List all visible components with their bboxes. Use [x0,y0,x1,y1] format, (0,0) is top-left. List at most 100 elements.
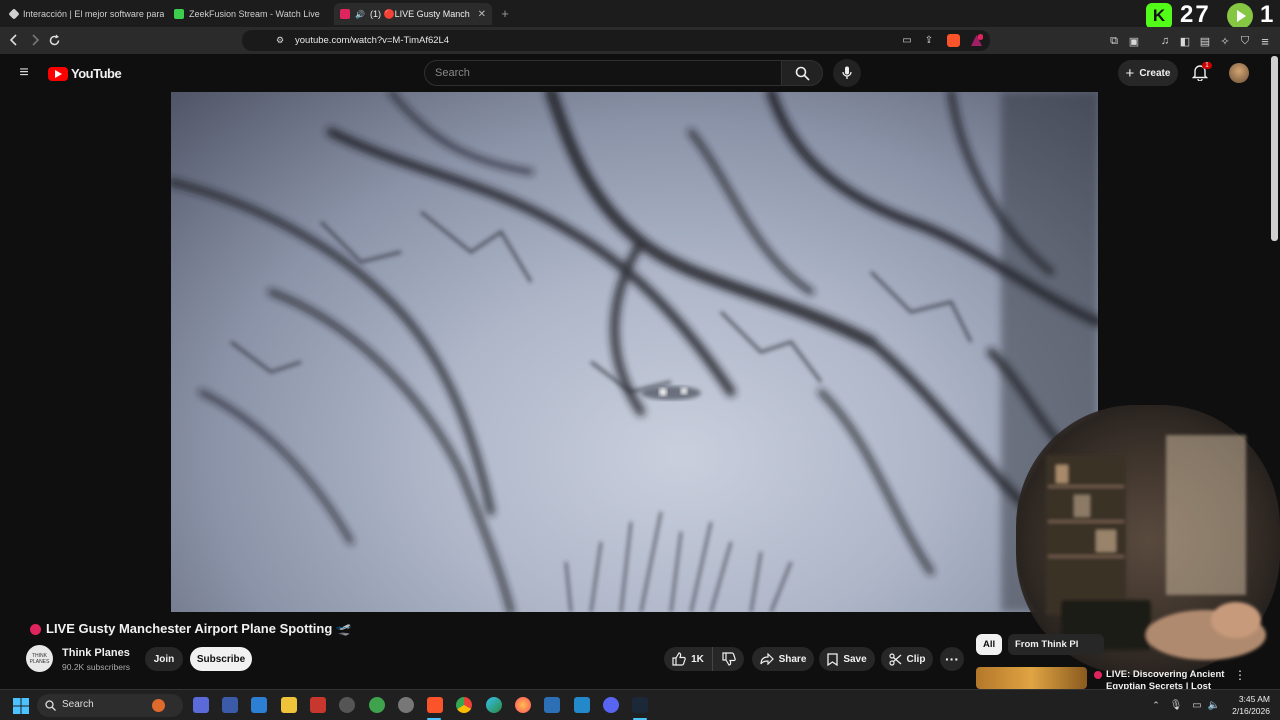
media-icon[interactable]: ♫ [1158,34,1172,48]
audio-icon: 🔊 [355,9,365,19]
video-player[interactable] [171,92,1098,612]
extensions-icon[interactable]: ⧉ [1107,34,1121,48]
vpn-icon[interactable]: ⛉ [1238,34,1252,48]
cast-icon[interactable]: ▭ [900,34,914,47]
tab-label: (1) 🔴LIVE Gusty Manchester [369,8,470,19]
app-icon-5[interactable] [310,697,326,713]
chip-from-channel[interactable]: From Think Pl [1008,634,1104,655]
windows-start-icon[interactable] [13,698,29,714]
menu-icon[interactable]: ≡ [1258,34,1272,49]
share-page-icon[interactable]: ⇪ [922,34,936,47]
brave-shields-icon[interactable] [947,34,960,47]
sidebar-icon[interactable]: ◧ [1178,34,1192,48]
app-icon-13[interactable] [544,697,560,713]
url-text: youtube.com/watch?v=M-TimAf62L4 [295,35,450,46]
tab-interaccion[interactable]: Interacción | El mejor software para p [4,3,164,25]
diamond-icon [8,8,20,20]
rumble-logo-icon [1227,3,1253,29]
microphone-tray-icon[interactable]: 🎙 [1170,698,1183,712]
join-button[interactable]: Join [145,647,183,671]
bookmark-save-icon [827,652,838,666]
address-bar[interactable]: ⚙ youtube.com/watch?v=M-TimAf62L4 ▭ ⇪ [242,30,990,51]
kick-icon [174,9,184,19]
hamburger-menu-icon[interactable]: ≡ [16,64,32,81]
save-button[interactable]: Save [819,647,875,671]
back-icon[interactable] [7,33,21,47]
video-frame-branches [171,92,1098,612]
voice-search-button[interactable] [833,59,861,87]
browser-tab-bar: Interacción | El mejor software para p Z… [0,0,1280,29]
brave-rewards-icon[interactable] [970,34,984,47]
forward-icon[interactable] [28,33,42,47]
clock[interactable]: 3:45 AM 2/16/2026 [1228,693,1270,717]
youtube-logo[interactable]: YouTube [48,66,122,81]
clip-button[interactable]: Clip [881,647,933,671]
recommendation-thumbnail[interactable] [976,667,1087,689]
create-label: Create [1139,67,1171,79]
recommendation-title-text: LIVE: Discovering Ancient Egyptian Secre… [1106,669,1225,689]
kick-viewer-count: 27 [1180,1,1211,28]
firefox-icon[interactable] [515,697,531,713]
page-scrollbar[interactable] [1271,56,1278,241]
app-icon-2[interactable] [222,697,238,713]
tab-youtube-live[interactable]: 🔊 (1) 🔴LIVE Gusty Manchester ✕ [334,3,492,25]
volume-icon[interactable]: 🔈 [1207,698,1221,712]
app-icon-6[interactable] [339,697,355,713]
chip-all[interactable]: All [976,634,1003,655]
clock-date: 2/16/2026 [1232,706,1270,716]
wallet-icon[interactable]: ▣ [1127,34,1141,48]
edge-icon[interactable] [486,697,502,713]
tab-zeekfusion[interactable]: ZeekFusion Stream - Watch Live [168,3,328,25]
app-icon-1[interactable] [193,697,209,713]
wallet-extension-icon[interactable]: ▤ [1198,34,1212,48]
live-dot-icon [30,623,41,635]
brave-browser-icon[interactable] [427,697,443,713]
share-label: Share [778,653,807,665]
steam-icon[interactable] [632,697,648,713]
discord-icon[interactable] [603,697,619,713]
youtube-icon [340,9,350,19]
youtube-logo-text: YouTube [71,66,122,81]
search-input[interactable]: Search [424,60,782,86]
network-icon[interactable]: ▭ [1190,698,1204,712]
search-icon [45,700,56,711]
app-icon-7[interactable] [369,697,385,713]
app-icon-3[interactable] [251,697,267,713]
tab-label: ZeekFusion Stream - Watch Live [189,9,320,19]
share-button[interactable]: Share [752,647,814,671]
create-button[interactable]: + Create [1118,60,1178,86]
vscode-icon[interactable] [574,697,590,713]
channel-avatar[interactable]: THINK PLANES [26,645,53,672]
tab-label: Interacción | El mejor software para p [23,9,164,19]
like-button[interactable]: 1K [664,647,712,671]
recommendation-title[interactable]: LIVE: Discovering Ancient Egyptian Secre… [1094,669,1234,689]
video-title: LIVE Gusty Manchester Airport Plane Spot… [30,621,352,637]
file-explorer-icon[interactable] [281,697,297,713]
taskbar-search-label: Search [62,699,94,710]
show-hidden-icons-icon[interactable]: ⌃ [1150,699,1162,711]
subscriber-count: 90.2K subscribers [62,662,131,672]
search-button[interactable] [781,60,823,86]
app-icon-8[interactable] [398,697,414,713]
join-label: Join [153,653,175,665]
reload-icon[interactable] [47,33,61,47]
channel-avatar-text: THINK PLANES [29,652,50,665]
taskbar-search[interactable]: Search [37,694,183,717]
subscribe-button[interactable]: Subscribe [190,647,252,671]
thumbs-up-icon [672,652,686,666]
leo-ai-icon[interactable]: ✧ [1218,34,1232,48]
chrome-icon[interactable] [456,697,472,713]
more-actions-button[interactable]: ··· [940,647,964,671]
dislike-button[interactable] [712,647,744,671]
recommendation-more-icon[interactable]: ⋮ [1234,668,1246,682]
notifications-button[interactable]: 1 [1191,62,1212,82]
rumble-viewer-count: 1 [1260,1,1274,28]
account-avatar[interactable] [1229,63,1249,83]
live-dot-icon [1094,671,1102,679]
chip-all-label: All [983,639,996,650]
site-info-icon[interactable]: ⚙ [274,34,286,46]
like-count: 1K [691,653,704,665]
channel-name[interactable]: Think Planes [62,647,130,659]
new-tab-icon[interactable]: + [498,6,512,21]
close-icon[interactable]: ✕ [478,9,486,20]
